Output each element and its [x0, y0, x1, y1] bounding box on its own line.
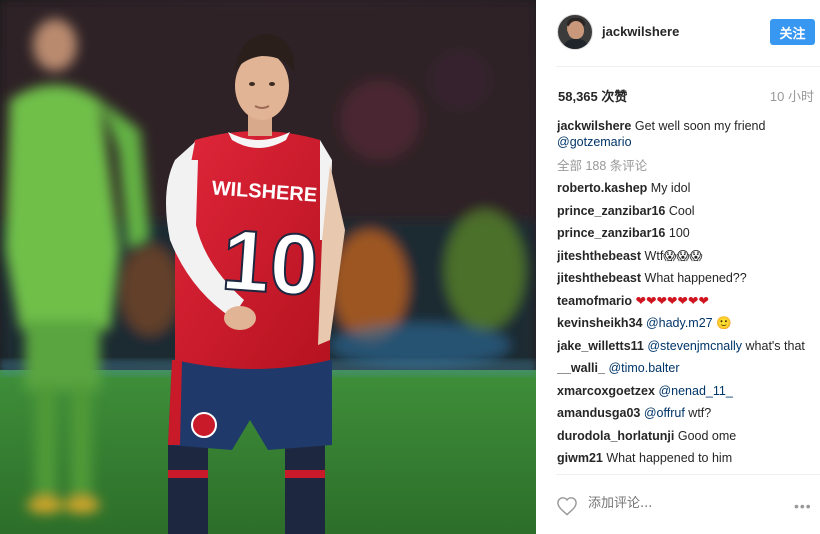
- post-header: jackwilshere 关注: [536, 0, 820, 66]
- comment-mention[interactable]: @stevenjmcnally: [647, 339, 742, 353]
- comment-username[interactable]: amandusga03: [557, 406, 640, 420]
- comment-text: What happened to him: [606, 451, 733, 465]
- post-stats: 58,365 次赞 10 小时: [558, 86, 814, 104]
- comment-text: My idol: [650, 181, 691, 195]
- comment-item: jake_willetts11 @stevenjmcnally what's t…: [557, 338, 815, 354]
- comment-username[interactable]: jiteshthebeast: [557, 271, 641, 285]
- comment-item: __walli_ @timo.balter: [557, 360, 815, 376]
- comment-item: jiteshthebeast What happened??: [557, 270, 815, 286]
- comment-input[interactable]: [588, 496, 738, 511]
- comment-text: wtf?: [688, 406, 712, 420]
- follow-button[interactable]: 关注: [770, 19, 815, 45]
- post-time[interactable]: 10 小时: [770, 86, 814, 105]
- comment-username[interactable]: jiteshthebeast: [557, 249, 641, 263]
- divider: [556, 66, 820, 67]
- comment-item: kevinsheikh34 @hady.m27 🙂: [557, 315, 815, 331]
- caption-text: Get well soon my friend: [634, 119, 766, 133]
- comments-list[interactable]: jackwilshere Get well soon my friend @go…: [557, 118, 815, 474]
- comment-item: jiteshthebeast Wtf😱😱😱: [557, 248, 815, 264]
- comment-text: Wtf😱😱😱: [644, 248, 703, 263]
- comment-username[interactable]: jake_willetts11: [557, 339, 644, 353]
- comment-username[interactable]: __walli_: [557, 361, 605, 375]
- post-footer: •••: [536, 480, 820, 534]
- comment-text: what's that: [745, 338, 805, 353]
- comment-username[interactable]: prince_zanzibar16: [557, 226, 665, 240]
- header-username[interactable]: jackwilshere: [602, 24, 679, 39]
- comment-item: teamofmario ❤❤❤❤❤❤❤: [557, 293, 815, 309]
- comment-username[interactable]: xmarcoxgoetzex: [557, 384, 655, 398]
- post-photo[interactable]: WILSHERE 10: [0, 0, 536, 534]
- comment-username[interactable]: durodola_horlatunji: [557, 429, 674, 443]
- comment-username[interactable]: prince_zanzibar16: [557, 204, 665, 218]
- comment-username[interactable]: giwm21: [557, 451, 603, 465]
- comment-mention[interactable]: @nenad_11_: [658, 384, 732, 398]
- divider: [556, 474, 820, 475]
- comment-text: 🙂: [716, 316, 732, 330]
- comment-item: prince_zanzibar16 Cool: [557, 203, 815, 219]
- comment-item: giwm21 What happened to him: [557, 450, 815, 466]
- comment-text: ❤❤❤❤❤❤❤: [635, 293, 709, 308]
- likes-count[interactable]: 58,365 次赞: [558, 86, 627, 105]
- comment-mention[interactable]: @offruf: [644, 406, 685, 420]
- caption-mention[interactable]: @gotzemario: [557, 135, 632, 149]
- comment-username[interactable]: roberto.kashep: [557, 181, 647, 195]
- caption: jackwilshere Get well soon my friend @go…: [557, 118, 815, 150]
- comment-item: xmarcoxgoetzex @nenad_11_: [557, 383, 815, 399]
- post-side-panel: jackwilshere 关注 58,365 次赞 10 小时 jackwils…: [536, 0, 820, 534]
- comment-item: durodola_horlatunji Good ome: [557, 428, 815, 444]
- jersey-number: 10: [219, 212, 321, 314]
- comment-username[interactable]: teamofmario: [557, 294, 632, 308]
- caption-username[interactable]: jackwilshere: [557, 119, 631, 133]
- comment-item: prince_zanzibar16 100: [557, 225, 815, 241]
- comment-mention[interactable]: @timo.balter: [608, 361, 679, 375]
- comment-username[interactable]: kevinsheikh34: [557, 316, 642, 330]
- comment-item: roberto.kashep My idol: [557, 180, 815, 196]
- avatar[interactable]: [557, 14, 593, 50]
- comment-item: amandusga03 @offruf wtf?: [557, 405, 815, 421]
- comment-text: Cool: [668, 203, 695, 218]
- comment-text: Good ome: [677, 428, 737, 443]
- more-options-icon[interactable]: •••: [794, 498, 812, 514]
- post-image: WILSHERE 10: [0, 0, 536, 534]
- comment-mention[interactable]: @hady.m27: [646, 316, 713, 330]
- comment-text: What happened??: [644, 271, 747, 285]
- comment-text: 100: [668, 226, 690, 240]
- load-more-comments[interactable]: 全部 188 条评论: [557, 155, 815, 174]
- heart-icon[interactable]: [556, 496, 578, 516]
